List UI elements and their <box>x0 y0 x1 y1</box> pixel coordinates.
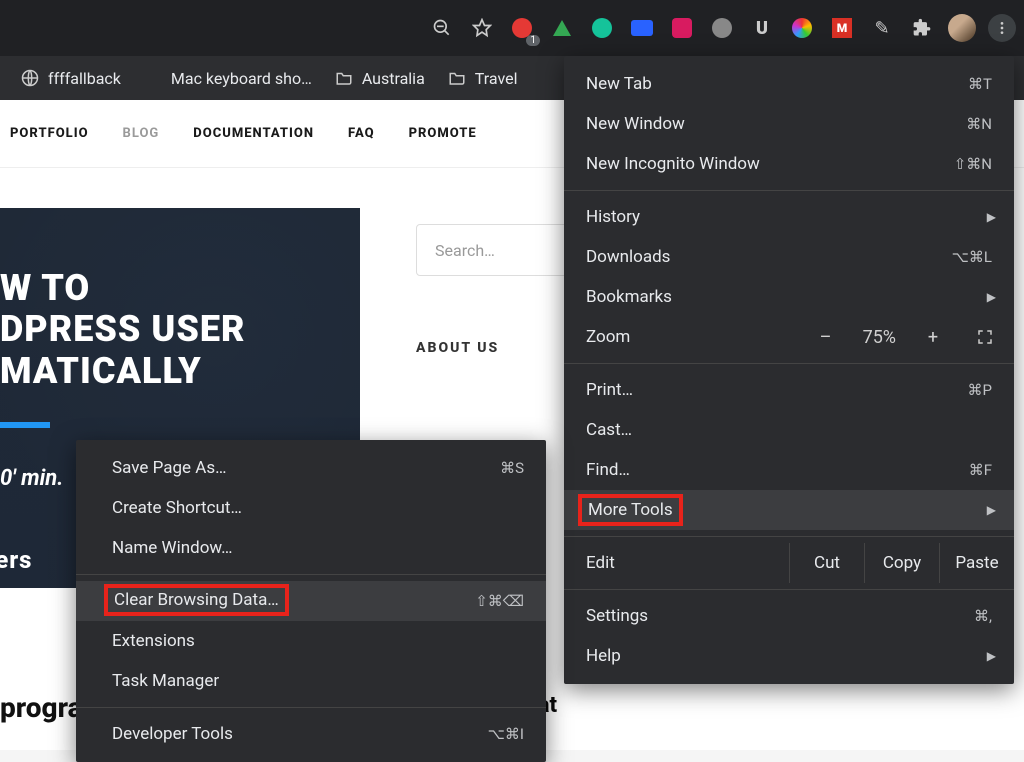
submenu-clear-browsing-data[interactable]: Clear Browsing Data… ⇧⌘⌫ <box>76 581 546 621</box>
apple-icon <box>143 68 163 88</box>
bookmark-label: Mac keyboard sho… <box>171 69 312 88</box>
menu-cut[interactable]: Cut <box>789 543 864 583</box>
ext-gmail-icon[interactable]: M <box>828 14 856 42</box>
ext-blue-icon[interactable] <box>628 14 656 42</box>
chrome-main-menu: New Tab⌘T New Window⌘N New Incognito Win… <box>564 56 1014 684</box>
nav-portfolio[interactable]: PORTFOLIO <box>10 126 89 141</box>
bookmark-mac-keyboard[interactable]: Mac keyboard sho… <box>143 68 312 88</box>
menu-more-tools[interactable]: More Tools ▶ <box>564 490 1014 530</box>
chevron-right-icon: ▶ <box>987 649 996 663</box>
annotation-highlight: Clear Browsing Data… <box>104 584 289 616</box>
bookmark-australia[interactable]: Australia <box>334 68 425 88</box>
hero-title: W TO DPRESS USER MATICALLY <box>0 208 360 392</box>
nav-blog[interactable]: BLOG <box>123 126 160 141</box>
menu-find[interactable]: Find…⌘F <box>564 450 1014 490</box>
submenu-create-shortcut[interactable]: Create Shortcut… <box>76 488 546 528</box>
submenu-save-page[interactable]: Save Page As…⌘S <box>76 448 546 488</box>
menu-separator <box>76 574 546 575</box>
hero-brand: dLayers <box>0 546 33 574</box>
submenu-extensions[interactable]: Extensions <box>76 621 546 661</box>
folder-icon <box>334 68 354 88</box>
ext-rainbow-icon[interactable] <box>788 14 816 42</box>
menu-separator <box>76 707 546 708</box>
bookmark-label: ffffallback <box>48 69 121 88</box>
zoom-out-icon[interactable] <box>428 14 456 42</box>
toolbar-icons: 1 U M ✎ <box>428 14 1016 42</box>
nav-promote[interactable]: PROMOTE <box>409 126 477 141</box>
extensions-puzzle-icon[interactable] <box>908 14 936 42</box>
globe-icon <box>20 68 40 88</box>
menu-separator <box>564 363 1014 364</box>
nav-faq[interactable]: FAQ <box>348 126 375 141</box>
annotation-highlight: More Tools <box>578 494 683 526</box>
menu-separator <box>564 190 1014 191</box>
hero-accent-bar <box>0 422 50 428</box>
nav-documentation[interactable]: DOCUMENTATION <box>193 126 314 141</box>
menu-bookmarks[interactable]: Bookmarks▶ <box>564 277 1014 317</box>
submenu-task-manager[interactable]: Task Manager <box>76 661 546 701</box>
ext-pink-icon[interactable] <box>668 14 696 42</box>
menu-new-tab[interactable]: New Tab⌘T <box>564 64 1014 104</box>
chevron-right-icon: ▶ <box>987 290 996 304</box>
submenu-name-window[interactable]: Name Window… <box>76 528 546 568</box>
zoom-plus-button[interactable]: + <box>918 322 948 352</box>
chevron-right-icon: ▶ <box>987 210 996 224</box>
fullscreen-icon[interactable] <box>970 322 1000 352</box>
ext-orange-icon[interactable]: U <box>748 14 776 42</box>
menu-separator <box>564 589 1014 590</box>
ext-feather-icon[interactable]: ✎ <box>868 14 896 42</box>
menu-help[interactable]: Help▶ <box>564 636 1014 676</box>
menu-new-window[interactable]: New Window⌘N <box>564 104 1014 144</box>
star-icon[interactable] <box>468 14 496 42</box>
ext-adblock-icon[interactable]: 1 <box>508 14 536 42</box>
menu-incognito[interactable]: New Incognito Window⇧⌘N <box>564 144 1014 184</box>
ext-grey-icon[interactable] <box>708 14 736 42</box>
zoom-percent: 75% <box>863 327 896 348</box>
chevron-right-icon: ▶ <box>987 503 996 517</box>
zoom-minus-button[interactable]: – <box>811 322 841 352</box>
browser-toolbar: 1 U M ✎ <box>0 0 1024 56</box>
more-tools-submenu: Save Page As…⌘S Create Shortcut… Name Wi… <box>76 440 546 762</box>
menu-separator <box>564 536 1014 537</box>
bookmark-ffffallback[interactable]: ffffallback <box>20 68 121 88</box>
ext-grammarly-icon[interactable] <box>588 14 616 42</box>
submenu-developer-tools[interactable]: Developer Tools⌥⌘I <box>76 714 546 754</box>
chrome-menu-button[interactable] <box>988 14 1016 42</box>
bookmark-label: Australia <box>362 69 425 88</box>
ext-drive-icon[interactable] <box>548 14 576 42</box>
menu-downloads[interactable]: Downloads⌥⌘L <box>564 237 1014 277</box>
bookmark-travel[interactable]: Travel <box>447 68 518 88</box>
menu-copy[interactable]: Copy <box>864 543 939 583</box>
menu-history[interactable]: History▶ <box>564 197 1014 237</box>
menu-paste[interactable]: Paste <box>939 543 1014 583</box>
menu-edit: Edit Cut Copy Paste <box>564 543 1014 583</box>
menu-cast[interactable]: Cast… <box>564 410 1014 450</box>
menu-print[interactable]: Print…⌘P <box>564 370 1014 410</box>
bookmark-label: Travel <box>475 69 518 88</box>
menu-settings[interactable]: Settings⌘, <box>564 596 1014 636</box>
profile-avatar[interactable] <box>948 14 976 42</box>
folder-icon <box>447 68 467 88</box>
menu-zoom: Zoom – 75% + <box>564 317 1014 357</box>
